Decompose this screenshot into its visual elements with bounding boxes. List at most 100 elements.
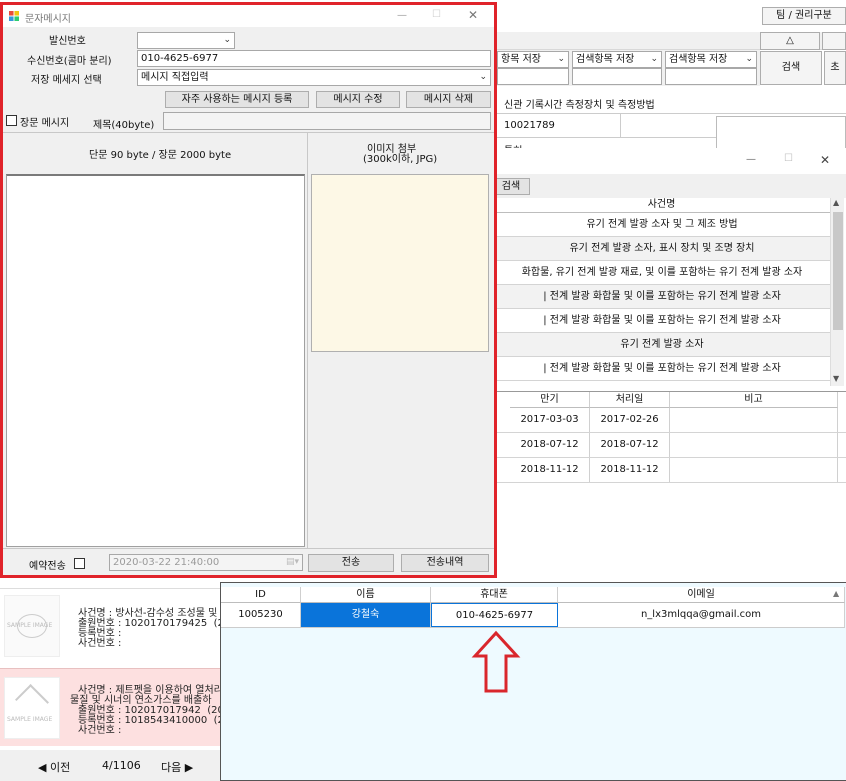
contact-header-phone[interactable]: 휴대폰 [431, 587, 558, 603]
detail-title-value: 신관 기록시간 측정장치 및 측정방법 [504, 100, 655, 111]
page-indicator: 4/1106 [102, 759, 141, 772]
sms-dialog: 문자메시지 — ☐ ✕ 발신번호 ⌄ 수신번호(콤마 분리) 010-4625-… [3, 5, 494, 575]
scroll-up-icon[interactable]: ▲ [833, 198, 839, 207]
search-combo-2[interactable]: 검색항목 저장 ⌄ [572, 51, 662, 68]
sms-maximize-button[interactable]: ☐ [432, 9, 441, 20]
date-cell-processed[interactable]: 2018-07-12 [590, 433, 670, 457]
search-value-2[interactable] [572, 68, 662, 85]
date-cell-due[interactable]: 2017-03-03 [510, 408, 590, 432]
contact-cell-name[interactable]: 강철숙 [301, 603, 431, 627]
reserve-send-checkbox[interactable] [74, 558, 85, 569]
case-row[interactable]: | 전계 발광 화합물 및 이를 포함하는 유기 전계 발광 소자 [492, 309, 832, 333]
contact-header-id[interactable]: ID [221, 587, 301, 603]
sample-image-label: SAMPLE IMAGE [7, 716, 53, 723]
date-row[interactable]: 2017-03-03 2017-02-26 [492, 408, 846, 433]
case-row-title: 화합물, 유기 전계 발광 재료, 및 이를 포함하는 유기 전계 발광 소자 [521, 267, 803, 278]
sms-close-button[interactable]: ✕ [468, 8, 478, 22]
message-body-textarea[interactable] [6, 174, 305, 547]
date-cell-processed[interactable]: 2018-11-12 [590, 458, 670, 482]
edit-message-button[interactable]: 메시지 수정 [316, 91, 400, 108]
date-header-remarks[interactable]: 비고 [670, 392, 838, 408]
content-divider [3, 132, 494, 133]
case-grid-scrollbar[interactable]: ▲ ▼ [830, 198, 844, 386]
team-rights-button[interactable]: 팀 / 권리구분 [762, 7, 846, 25]
attach-image-area[interactable] [311, 174, 489, 352]
long-message-checkbox[interactable] [6, 115, 17, 126]
detail-title-row: 신관 기록시간 측정장치 및 측정방법 [496, 90, 846, 114]
case-window-close-button[interactable]: ✕ [820, 153, 830, 167]
reserve-datetime-picker[interactable]: 2020-03-22 21:40:00 ▤▾ [109, 554, 303, 571]
case-row[interactable]: 유기 전계 발광 소자 및 그 제조 방법 [492, 213, 832, 237]
date-cell-processed[interactable]: 2017-02-26 [590, 408, 670, 432]
search-button[interactable]: 검색 [760, 51, 822, 85]
case-card-1[interactable]: SAMPLE IMAGE 사건명 : 방사선-감수성 조성물 및 출원번호 : … [0, 588, 243, 668]
chevron-down-icon: ⌄ [223, 35, 231, 45]
sort-arrow-icon: ▲ [833, 589, 840, 598]
saved-message-select[interactable]: 메시지 직접입력 ⌄ [137, 69, 491, 86]
scroll-thumb[interactable] [833, 212, 843, 330]
search-combo-1[interactable]: 항목 저장 ⌄ [497, 51, 569, 68]
sender-select[interactable]: ⌄ [137, 32, 235, 49]
case-row[interactable]: | 전계 발광 화합물 및 이를 포함하는 유기 전계 발광 소자 [492, 285, 832, 309]
contact-header-name[interactable]: 이름 [301, 587, 431, 603]
scroll-down-icon[interactable]: ▼ [833, 374, 839, 383]
sort-up-button[interactable]: △ [760, 32, 820, 50]
search-combo-3[interactable]: 검색항목 저장 ⌄ [665, 51, 757, 68]
recipient-input[interactable]: 010-4625-6977 [137, 50, 491, 67]
contact-cell-id[interactable]: 1005230 [221, 603, 301, 627]
body-byte-label: 단문 90 byte / 장문 2000 byte [89, 150, 232, 161]
date-rows: 2017-03-03 2017-02-26 2018-07-12 2018-07-12… [492, 408, 846, 488]
date-row[interactable]: 2018-11-12 2018-11-12 [492, 458, 846, 483]
case-window-minimize-button[interactable]: — [746, 154, 756, 165]
top-extra-button[interactable] [822, 32, 846, 50]
reserve-send-label: 예약전송 [29, 561, 66, 572]
contact-grid-panel: ID 이름 휴대폰 이메일 ▲ 1005230 강철숙 010-4625-697… [220, 582, 846, 781]
case-row[interactable]: 유기 전계 발광 소자, 표시 장치 및 조명 장치 [492, 237, 832, 261]
search-value-1[interactable] [497, 68, 569, 85]
case-grid-header[interactable]: 사건명 [492, 198, 832, 213]
send-button[interactable]: 전송 [308, 554, 394, 572]
search-combo-3-label: 검색항목 저장 [669, 54, 728, 65]
case-row-title: 유기 전계 발광 소자 [620, 339, 704, 350]
date-cell-remarks[interactable] [670, 408, 838, 432]
send-history-button[interactable]: 전송내역 [401, 554, 489, 572]
case-window-maximize-button[interactable]: ☐ [784, 153, 793, 164]
date-cell-remarks[interactable] [670, 458, 838, 482]
extra-button[interactable]: 초 [824, 51, 846, 85]
case-row[interactable]: 화합물, 유기 전계 발광 재료, 및 이를 포함하는 유기 전계 발광 소자 [492, 261, 832, 285]
date-cell-due[interactable]: 2018-11-12 [510, 458, 590, 482]
case-card-2[interactable]: SAMPLE IMAGE 사건명 : 제트펫을 이용하여 열처리 물질 및 시너… [0, 668, 243, 746]
calendar-dropdown-icon: ▤▾ [285, 557, 299, 567]
pagination-bar: ◀ 이전 4/1106 다음 ▶ [0, 750, 222, 781]
date-cell-remarks[interactable] [670, 433, 838, 457]
case-search-button[interactable]: 검색 [492, 178, 530, 195]
subject-input[interactable] [163, 112, 491, 130]
register-message-button[interactable]: 자주 사용하는 메시지 등록 [165, 91, 309, 108]
contact-header-email[interactable]: 이메일 [558, 587, 845, 603]
date-row[interactable]: 2018-07-12 2018-07-12 [492, 433, 846, 458]
prev-page-button[interactable]: ◀ 이전 [38, 759, 70, 775]
search-value-3[interactable] [665, 68, 757, 85]
date-header-due[interactable]: 만기 [510, 392, 590, 408]
sms-minimize-button[interactable]: — [397, 10, 407, 21]
contact-row[interactable]: 1005230 강철숙 010-4625-6977 n_lx3mlqqa@gma… [221, 603, 845, 628]
delete-message-button[interactable]: 메시지 삭제 [406, 91, 491, 108]
date-header-processed[interactable]: 처리일 [590, 392, 670, 408]
detail-number-value: 10021789 [504, 120, 555, 131]
case-row[interactable]: | 전계 발광 화합물 및 이를 포함하는 유기 전계 발광 소자 [492, 357, 832, 381]
chevron-down-icon: ⌄ [745, 54, 753, 64]
detail-divider [620, 114, 621, 138]
detail-box [716, 116, 846, 150]
contact-cell-phone[interactable]: 010-4625-6977 [431, 603, 558, 627]
contact-cell-email[interactable]: n_lx3mlqqa@gmail.com [558, 603, 845, 627]
case-row[interactable]: 유기 전계 발광 소자 [492, 333, 832, 357]
detail-number-row: 10021789 [496, 114, 846, 150]
saved-message-label: 저장 메세지 선택 [31, 75, 102, 86]
date-cell-due[interactable]: 2018-07-12 [510, 433, 590, 457]
case-row-title: 유기 전계 발광 소자, 표시 장치 및 조명 장치 [569, 243, 755, 254]
search-combo-1-label: 항목 저장 [501, 54, 541, 65]
subject-label: 제목(40byte) [93, 120, 155, 131]
recipient-label: 수신번호(콤마 분리) [27, 56, 112, 67]
app-icon [9, 11, 19, 21]
next-page-button[interactable]: 다음 ▶ [161, 759, 193, 775]
